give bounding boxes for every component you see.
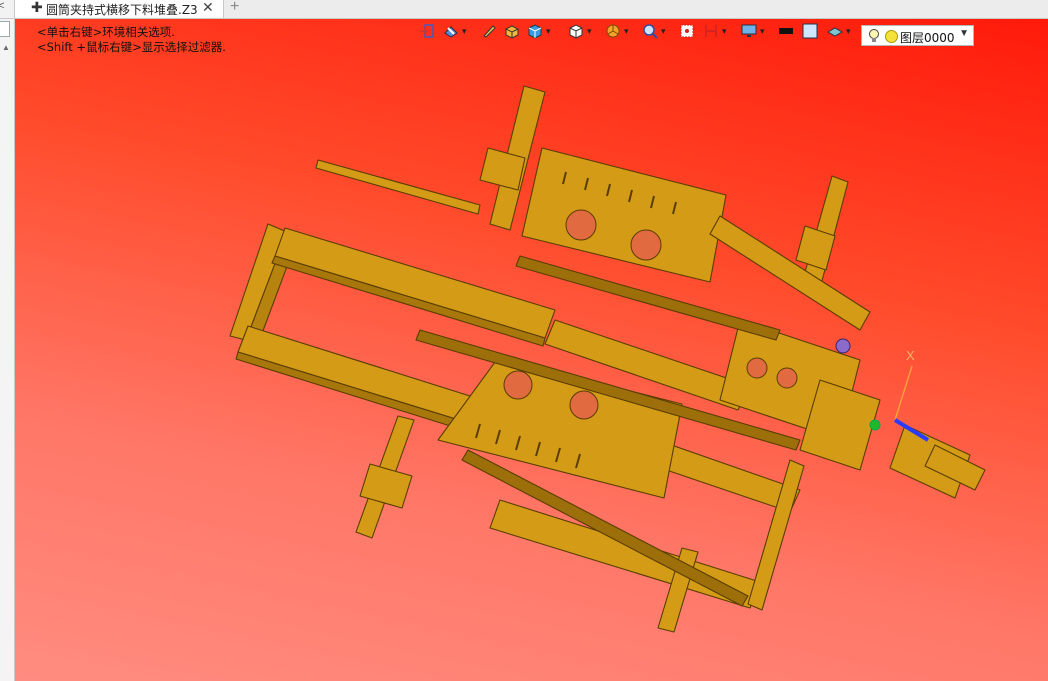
plate-hole: [630, 229, 662, 261]
exit-sketch-icon[interactable]: [419, 23, 435, 39]
top-plate: [521, 147, 727, 283]
chevron-down-icon[interactable]: ▼: [959, 28, 969, 39]
document-tab-title: 圆筒夹持式横移下料堆叠.Z3: [46, 3, 198, 17]
view-toolbar: ▾ ▾ ▾ ▾ ▾ ▾ ▾ ▾ 图层0000 ▼: [15, 23, 1048, 46]
plate-hole: [776, 367, 798, 389]
right-rail: [709, 215, 871, 331]
chevron-down-icon[interactable]: ▾: [624, 26, 629, 37]
chevron-down-icon[interactable]: ▾: [546, 26, 551, 37]
tab-pin-icon[interactable]: ✚: [31, 0, 43, 16]
layer-color-dot: [885, 30, 898, 43]
side-panel-toggle[interactable]: [0, 21, 10, 37]
chevron-down-icon[interactable]: ▾: [722, 26, 727, 37]
layer-name: 图层0000: [900, 31, 955, 45]
layer-style-icon[interactable]: [827, 23, 843, 39]
monitor-icon[interactable]: [741, 23, 757, 39]
chevron-down-icon[interactable]: ▾: [587, 26, 592, 37]
cube-blue-icon[interactable]: [527, 23, 543, 39]
plate-hole: [569, 390, 599, 420]
left-side-rail: ▲: [0, 19, 15, 681]
tab-scroll-left[interactable]: <: [0, 0, 15, 18]
plate-hole: [503, 370, 533, 400]
beam-upper: [274, 227, 556, 339]
chevron-down-icon[interactable]: ▾: [661, 26, 666, 37]
document-tab[interactable]: ✚ 圆筒夹持式横移下料堆叠.Z3 ✕: [15, 0, 224, 18]
plate-hole: [565, 209, 597, 241]
assembly-model[interactable]: X: [15, 19, 1048, 681]
graphics-viewport[interactable]: X <单击右键>环境相关选项. <Shift +鼠标右键>显示选择过滤器. ▾ …: [15, 19, 1048, 681]
close-icon[interactable]: ✕: [202, 0, 214, 16]
box-yellow-icon[interactable]: [504, 23, 520, 39]
triangle-up-icon[interactable]: ▲: [2, 43, 10, 52]
render-mode-icon[interactable]: [443, 23, 459, 39]
chevron-down-icon[interactable]: ▾: [462, 26, 467, 37]
pen-icon[interactable]: [481, 23, 497, 39]
slide-arm: [315, 159, 481, 215]
lightbulb-icon[interactable]: [867, 28, 881, 44]
chevron-down-icon[interactable]: ▾: [760, 26, 765, 37]
snap-icon[interactable]: [679, 23, 695, 39]
color-black-swatch-icon[interactable]: [778, 23, 794, 39]
layer-selector[interactable]: 图层0000 ▼: [861, 25, 974, 46]
chevron-left-icon: <: [0, 0, 5, 12]
hint-shift-right-click: <Shift +鼠标右键>显示选择过滤器.: [37, 40, 226, 54]
zoom-icon[interactable]: [642, 23, 658, 39]
plate-hole: [746, 357, 768, 379]
new-tab-button[interactable]: +: [230, 0, 239, 16]
triad-x-label: X: [906, 348, 915, 363]
dimension-icon[interactable]: [703, 23, 719, 39]
pizza-section-icon[interactable]: [605, 23, 621, 39]
color-white-swatch-icon[interactable]: [802, 23, 818, 39]
chevron-down-icon[interactable]: ▾: [846, 26, 851, 37]
document-tab-bar: < ✚ 圆筒夹持式横移下料堆叠.Z3 ✕ +: [0, 0, 1048, 19]
cube-white-icon[interactable]: [568, 23, 584, 39]
